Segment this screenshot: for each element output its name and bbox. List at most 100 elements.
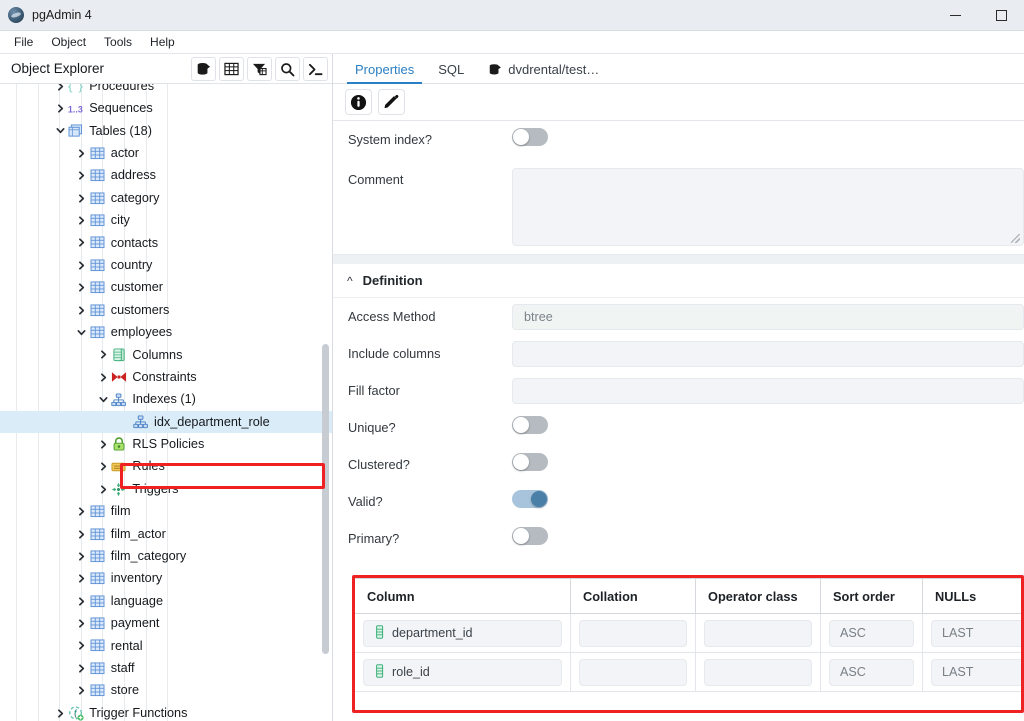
tab-dvdrental-connection[interactable]: dvdrental/test… (476, 58, 611, 83)
cell-input[interactable] (579, 658, 687, 686)
filter-icon[interactable] (247, 57, 272, 81)
menu-object[interactable]: Object (42, 33, 95, 51)
tree-node[interactable]: address (0, 165, 332, 187)
menu-help[interactable]: Help (141, 33, 184, 51)
tree-node[interactable]: film (0, 500, 332, 522)
readonly-value[interactable]: ASC (829, 619, 914, 647)
tab-properties[interactable]: Properties (343, 58, 426, 84)
readonly-value[interactable]: ASC (829, 658, 914, 686)
system-index-toggle[interactable] (512, 128, 548, 146)
chevron-right-icon[interactable] (75, 187, 89, 209)
tree-node[interactable]: Tables (18) (0, 120, 332, 142)
table-grid-icon[interactable] (219, 57, 244, 81)
readonly-value[interactable]: LAST (931, 619, 1024, 647)
readonly-value[interactable]: LAST (931, 658, 1024, 686)
column-name-input[interactable]: role_id (363, 658, 562, 686)
fill-factor-input[interactable] (512, 377, 1024, 404)
chevron-right-icon[interactable] (75, 232, 89, 254)
chevron-right-icon[interactable] (75, 500, 89, 522)
comment-textarea[interactable] (512, 168, 1024, 246)
tree-node[interactable]: actor (0, 142, 332, 164)
primary-toggle[interactable] (512, 527, 548, 545)
tree-node[interactable]: Columns (0, 344, 332, 366)
tree-node[interactable]: store (0, 680, 332, 702)
edit-pencil-icon[interactable] (378, 89, 405, 115)
tree-node[interactable]: payment (0, 612, 332, 634)
chevron-right-icon[interactable] (75, 277, 89, 299)
chevron-down-icon[interactable] (53, 120, 67, 142)
tree-node[interactable]: { } Procedures (0, 84, 332, 97)
chevron-right-icon[interactable] (75, 590, 89, 612)
chevron-right-icon[interactable] (96, 366, 110, 388)
tree-node[interactable]: customers (0, 299, 332, 321)
chevron-down-icon[interactable] (75, 321, 89, 343)
tree-node[interactable]: category (0, 187, 332, 209)
tab-sql[interactable]: SQL (426, 58, 476, 83)
tree-node[interactable]: staff (0, 657, 332, 679)
cell-input[interactable] (704, 658, 812, 686)
column-name-input[interactable]: department_id (363, 619, 562, 647)
tree-node[interactable]: city (0, 209, 332, 231)
tree-node[interactable]: film_actor (0, 523, 332, 545)
chevron-right-icon[interactable] (75, 209, 89, 231)
maximize-icon[interactable] (978, 0, 1024, 31)
tree-node[interactable]: contacts (0, 232, 332, 254)
chevron-right-icon[interactable] (75, 612, 89, 634)
menu-file[interactable]: File (5, 33, 42, 51)
unique-toggle[interactable] (512, 416, 548, 434)
chevron-right-icon[interactable] (75, 680, 89, 702)
query-tool-icon[interactable] (303, 57, 328, 81)
grid-row[interactable]: department_id ASC LAST (355, 614, 1024, 653)
chevron-right-icon[interactable] (53, 84, 67, 97)
chevron-right-icon[interactable] (75, 568, 89, 590)
chevron-right-icon[interactable] (75, 523, 89, 545)
tree-node[interactable]: film_category (0, 545, 332, 567)
chevron-right-icon[interactable] (96, 456, 110, 478)
info-icon[interactable] (345, 89, 372, 115)
fill-factor-label: Fill factor (348, 383, 400, 398)
valid-toggle[interactable] (512, 490, 548, 508)
access-method-input[interactable]: btree (512, 303, 1024, 330)
tree-node[interactable]: country (0, 254, 332, 276)
tree-node[interactable]: employees (0, 321, 332, 343)
tree-node[interactable]: inventory (0, 568, 332, 590)
minimize-icon[interactable] (932, 0, 978, 31)
tree-node[interactable]: 1..3 Sequences (0, 97, 332, 119)
tree-node-selected[interactable]: idx_department_role (0, 410, 332, 434)
tree-node[interactable]: Constraints (0, 366, 332, 388)
clustered-toggle[interactable] (512, 453, 548, 471)
tree-node-label: Sequences (89, 101, 153, 116)
object-explorer-tree-scroll[interactable]: { } Procedures 1..3 Sequences Tables (18) act… (0, 84, 332, 721)
chevron-down-icon[interactable] (96, 388, 110, 410)
tree-node[interactable]: Indexes (1) (0, 388, 332, 410)
chevron-right-icon[interactable] (75, 142, 89, 164)
tree-node[interactable]: customer (0, 277, 332, 299)
table-icon (89, 683, 106, 699)
tree-node[interactable]: Triggers (0, 478, 332, 500)
chevron-right-icon[interactable] (75, 299, 89, 321)
chevron-right-icon[interactable] (75, 254, 89, 276)
chevron-right-icon[interactable] (75, 165, 89, 187)
tree-node[interactable]: language (0, 590, 332, 612)
chevron-right-icon[interactable] (96, 433, 110, 455)
menu-tools[interactable]: Tools (95, 33, 141, 51)
tree-vertical-scrollbar[interactable] (322, 344, 329, 654)
chevron-right-icon[interactable] (96, 478, 110, 500)
tree-node[interactable]: RLS Policies (0, 433, 332, 455)
chevron-right-icon[interactable] (96, 344, 110, 366)
tree-node[interactable]: rental (0, 635, 332, 657)
grid-row[interactable]: role_id ASC LAST (355, 653, 1024, 692)
chevron-right-icon[interactable] (75, 657, 89, 679)
tree-node[interactable]: Rules (0, 456, 332, 478)
chevron-right-icon[interactable] (53, 97, 67, 119)
server-icon[interactable] (191, 57, 216, 81)
chevron-right-icon[interactable] (75, 545, 89, 567)
chevron-right-icon[interactable] (75, 635, 89, 657)
search-icon[interactable] (275, 57, 300, 81)
chevron-right-icon[interactable] (53, 702, 67, 721)
cell-input[interactable] (579, 619, 687, 647)
cell-input[interactable] (704, 619, 812, 647)
definition-section-header[interactable]: ^ Definition (333, 264, 1024, 298)
tree-node[interactable]: (f Trigger Functions (0, 702, 332, 721)
include-columns-input[interactable] (512, 340, 1024, 367)
